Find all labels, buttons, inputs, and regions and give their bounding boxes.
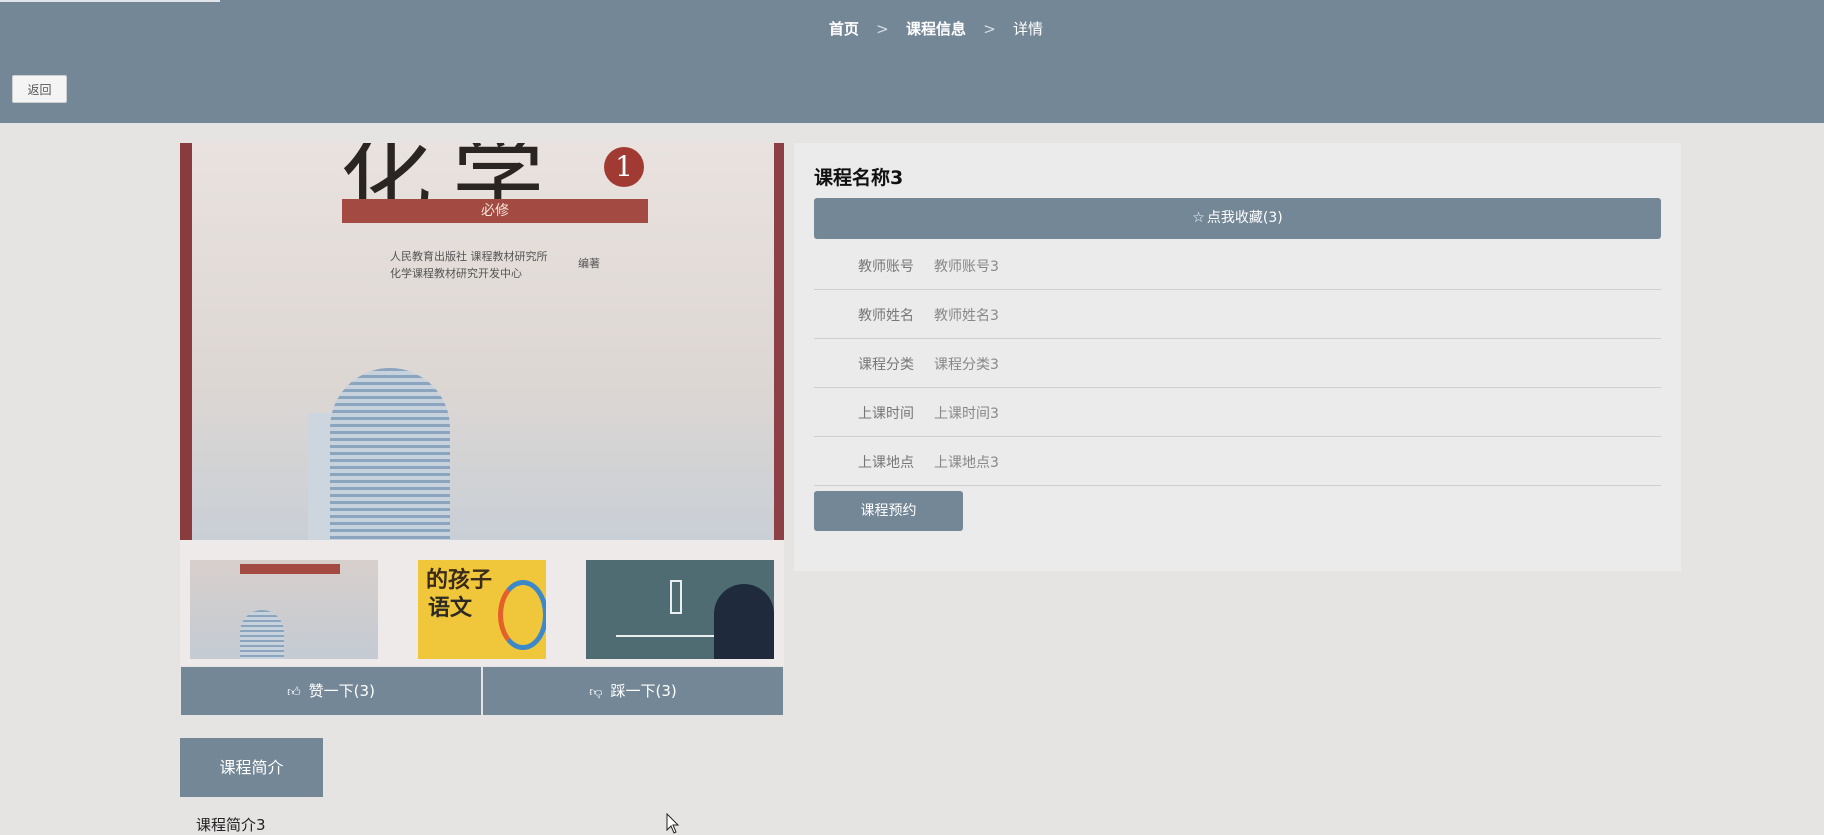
field-label: 教师姓名 <box>858 308 914 324</box>
tab-course-intro[interactable]: 课程简介 <box>180 738 323 797</box>
thumbs-up-icon: 👍︎ <box>287 685 301 700</box>
field-value: 教师账号3 <box>934 259 999 275</box>
like-button[interactable]: 👍︎ 赞一下(3) <box>181 667 481 715</box>
main-course-image: 化学 1 必修 人民教育出版社 课程教材研究所 化学课程教材研究开发中心 编著 <box>180 143 784 540</box>
dislike-button[interactable]: 👎︎ 踩一下(3) <box>483 667 783 715</box>
thumbnail-strip: 的孩子 语文 <box>180 540 784 666</box>
thumb-text-2: 语文 <box>428 596 473 621</box>
field-value: 教师姓名3 <box>934 308 999 324</box>
breadcrumb-section[interactable]: 课程信息 <box>906 20 966 38</box>
course-info-panel: 课程名称3 ☆ 点我收藏(3) 教师账号 教师账号3 教师姓名 教师姓名3 课程分… <box>794 143 1681 571</box>
course-intro-text: 课程简介3 <box>196 816 266 834</box>
thumb-swirl <box>498 580 546 650</box>
thumbs-down-icon: 👎︎ <box>589 685 603 700</box>
field-row: 上课时间 上课时间3 <box>814 388 1661 437</box>
vote-row: 👍︎ 赞一下(3) 👎︎ 踩一下(3) <box>180 666 784 716</box>
thumbnail-3[interactable] <box>586 560 774 659</box>
breadcrumb-current: 详情 <box>1013 20 1044 38</box>
field-label: 上课地点 <box>858 455 914 471</box>
star-outline-icon: ☆ <box>1192 210 1205 226</box>
field-label: 教师账号 <box>858 259 914 275</box>
mouse-cursor-icon <box>666 813 680 834</box>
field-label: 课程分类 <box>858 357 914 373</box>
book-course-button[interactable]: 课程预约 <box>814 491 963 531</box>
field-value: 课程分类3 <box>934 357 999 373</box>
book-spine <box>180 143 192 540</box>
cover-building <box>330 368 450 540</box>
top-progress-line <box>0 0 220 2</box>
field-row: 教师姓名 教师姓名3 <box>814 290 1661 339</box>
field-value: 上课时间3 <box>934 406 999 422</box>
field-value: 上课地点3 <box>934 455 999 471</box>
field-row: 教师账号 教师账号3 <box>814 241 1661 290</box>
thumb-building <box>240 610 284 659</box>
cover-number: 1 <box>604 147 644 187</box>
course-fields: 教师账号 教师账号3 教师姓名 教师姓名3 课程分类 课程分类3 上课时间 上课… <box>814 241 1661 486</box>
cover-publisher-suffix: 编著 <box>578 257 600 270</box>
field-label: 上课时间 <box>858 406 914 422</box>
thumb-hand <box>714 584 774 659</box>
favorite-button[interactable]: ☆ 点我收藏(3) <box>814 198 1661 239</box>
like-label: 赞一下(3) <box>308 682 375 700</box>
field-row: 上课地点 上课地点3 <box>814 437 1661 486</box>
breadcrumb: 首页 > 课程信息 > 详情 <box>0 18 1824 39</box>
breadcrumb-separator: > <box>876 20 889 38</box>
breadcrumb-separator: > <box>983 20 996 38</box>
header-bar: 首页 > 课程信息 > 详情 返回 <box>0 0 1824 123</box>
thumb-chalk-shape <box>670 580 682 614</box>
gallery-panel: 化学 1 必修 人民教育出版社 课程教材研究所 化学课程教材研究开发中心 编著 … <box>180 143 784 716</box>
cover-band: 必修 <box>342 199 648 223</box>
favorite-label: 点我收藏(3) <box>1206 210 1283 226</box>
cover-publisher-1: 人民教育出版社 课程教材研究所 <box>390 250 548 263</box>
thumbnail-2[interactable]: 的孩子 语文 <box>418 560 546 659</box>
field-row: 课程分类 课程分类3 <box>814 339 1661 388</box>
cover-publisher-2: 化学课程教材研究开发中心 <box>390 267 522 280</box>
book-edge <box>774 143 784 540</box>
thumbnail-1[interactable] <box>190 560 378 659</box>
breadcrumb-home[interactable]: 首页 <box>829 20 859 38</box>
back-button[interactable]: 返回 <box>12 75 67 103</box>
course-title: 课程名称3 <box>814 167 904 189</box>
thumb-band <box>240 564 340 574</box>
dislike-label: 踩一下(3) <box>610 682 677 700</box>
